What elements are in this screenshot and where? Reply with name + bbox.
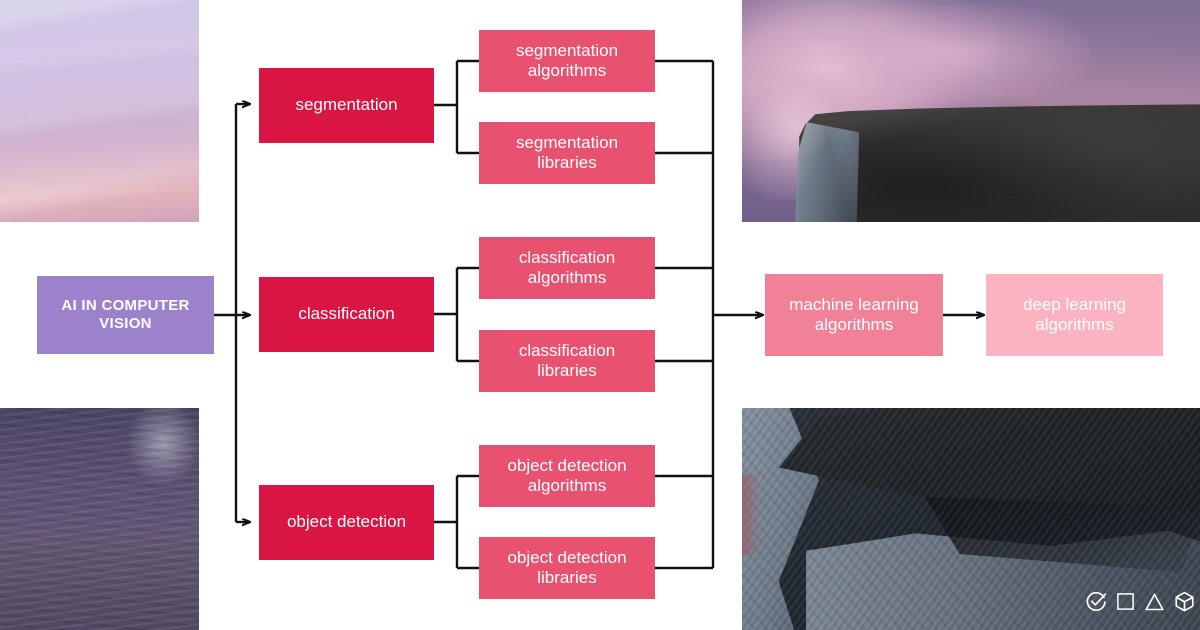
node-ai-in-computer-vision[interactable]: AI IN COMPUTER VISION: [37, 276, 214, 354]
node-object-detection-libraries[interactable]: object detection libraries: [479, 537, 655, 599]
node-classification-algorithms[interactable]: classification algorithms: [479, 237, 655, 299]
node-classification-libraries[interactable]: classification libraries: [479, 330, 655, 392]
node-machine-learning-algorithms[interactable]: machine learning algorithms: [765, 274, 943, 356]
check-circle-icon: [1086, 591, 1107, 612]
node-classification[interactable]: classification: [259, 277, 434, 352]
node-segmentation-algorithms[interactable]: segmentation algorithms: [479, 30, 655, 92]
square-icon: [1117, 593, 1134, 610]
triangle-icon: [1145, 593, 1164, 610]
node-segmentation[interactable]: segmentation: [259, 68, 434, 143]
node-object-detection-algorithms[interactable]: object detection algorithms: [479, 445, 655, 507]
node-segmentation-libraries[interactable]: segmentation libraries: [479, 122, 655, 184]
node-deep-learning-algorithms[interactable]: deep learning algorithms: [986, 274, 1163, 356]
cube-icon: [1175, 591, 1194, 612]
node-object-detection[interactable]: object detection: [259, 485, 434, 560]
diagram-canvas: AI IN COMPUTER VISION segmentation class…: [0, 0, 1200, 630]
badge-icon-group: [1086, 591, 1195, 612]
